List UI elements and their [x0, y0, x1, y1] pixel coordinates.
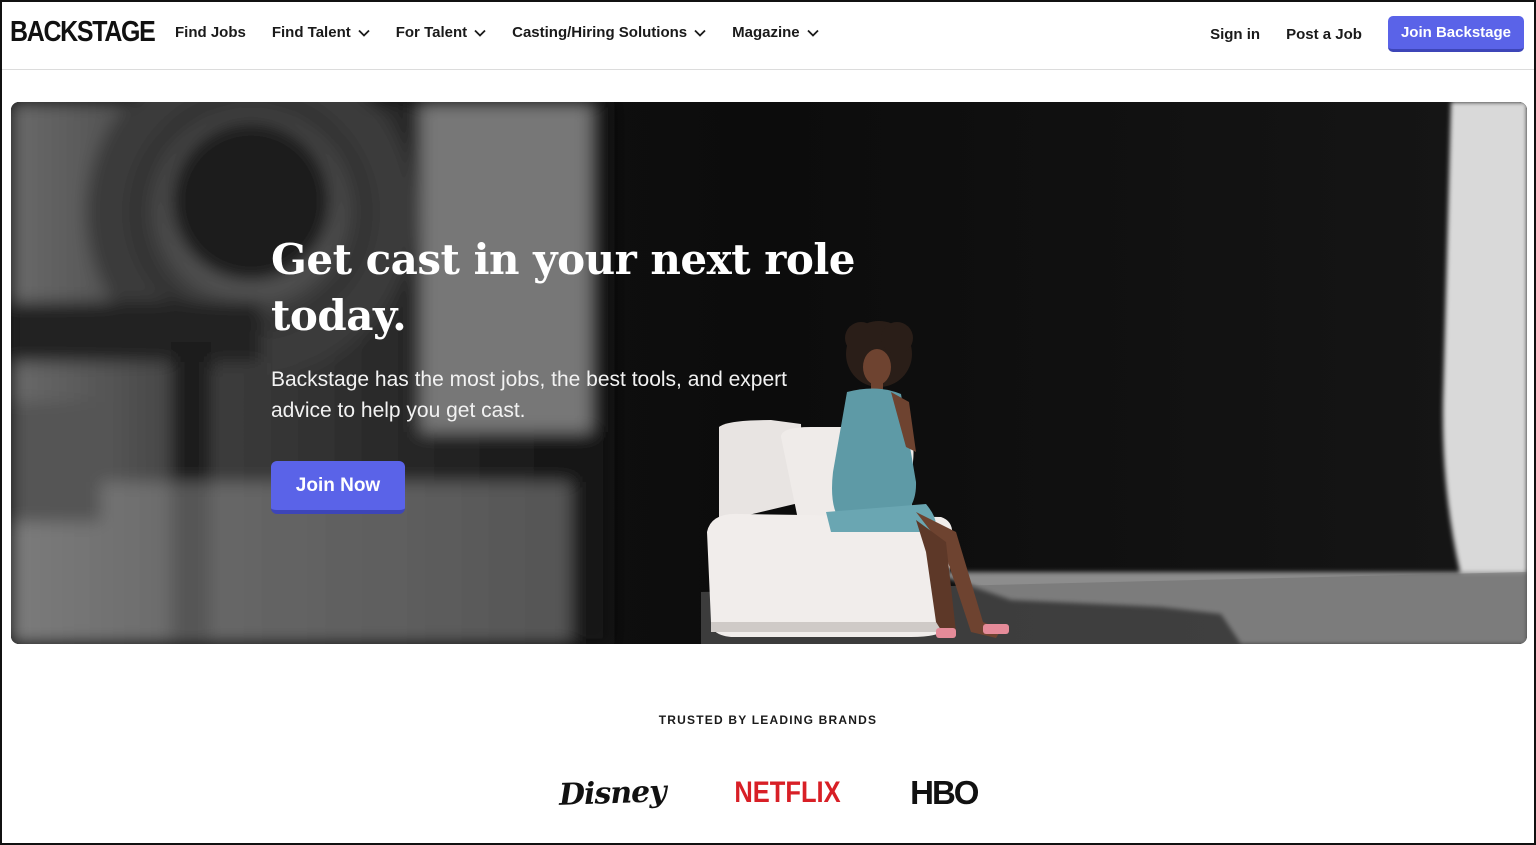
- site-header: BACKSTAGE Find Jobs Find Talent For Tale…: [2, 2, 1534, 70]
- nav-for-talent-label: For Talent: [395, 24, 468, 41]
- chevron-down-icon: [807, 29, 819, 37]
- nav-find-talent[interactable]: Find Talent: [272, 24, 370, 41]
- chevron-down-icon: [474, 29, 486, 37]
- join-backstage-button[interactable]: Join Backstage: [1387, 16, 1524, 52]
- disney-logo: Disney: [557, 773, 666, 813]
- chevron-down-icon: [358, 29, 370, 37]
- post-job-link[interactable]: Post a Job: [1286, 26, 1362, 43]
- chevron-down-icon: [694, 29, 706, 37]
- header-actions: Sign in Post a Job Join Backstage: [1210, 16, 1524, 52]
- hero-title: Get cast in your next role today.: [271, 235, 856, 340]
- nav-magazine-label: Magazine: [732, 24, 800, 41]
- nav-magazine[interactable]: Magazine: [732, 24, 819, 41]
- join-now-button[interactable]: Join Now: [271, 461, 405, 514]
- trusted-brands-heading: TRUSTED BY LEADING BRANDS: [658, 713, 878, 727]
- nav-for-talent[interactable]: For Talent: [396, 24, 486, 41]
- hbo-logo: HBO: [910, 774, 979, 811]
- backstage-logo[interactable]: BACKSTAGE: [10, 16, 156, 49]
- nav-find-jobs[interactable]: Find Jobs: [175, 24, 246, 41]
- nav-casting-hiring[interactable]: Casting/Hiring Solutions: [512, 24, 706, 41]
- hero-subtitle: Backstage has the most jobs, the best to…: [271, 368, 787, 422]
- page: BACKSTAGE Find Jobs Find Talent For Tale…: [0, 0, 1536, 845]
- main-nav: Find Jobs Find Talent For Talent Casting…: [175, 24, 845, 41]
- nav-find-talent-label: Find Talent: [271, 24, 351, 41]
- sign-in-link[interactable]: Sign in: [1210, 26, 1260, 43]
- nav-find-jobs-label: Find Jobs: [175, 24, 246, 41]
- hero-banner: Get cast in your next role today. Backst…: [11, 102, 1527, 644]
- netflix-logo: NETFLIX: [734, 776, 841, 809]
- brand-logos: Disney NETFLIX HBO: [2, 773, 1534, 813]
- nav-casting-hiring-label: Casting/Hiring Solutions: [512, 24, 688, 41]
